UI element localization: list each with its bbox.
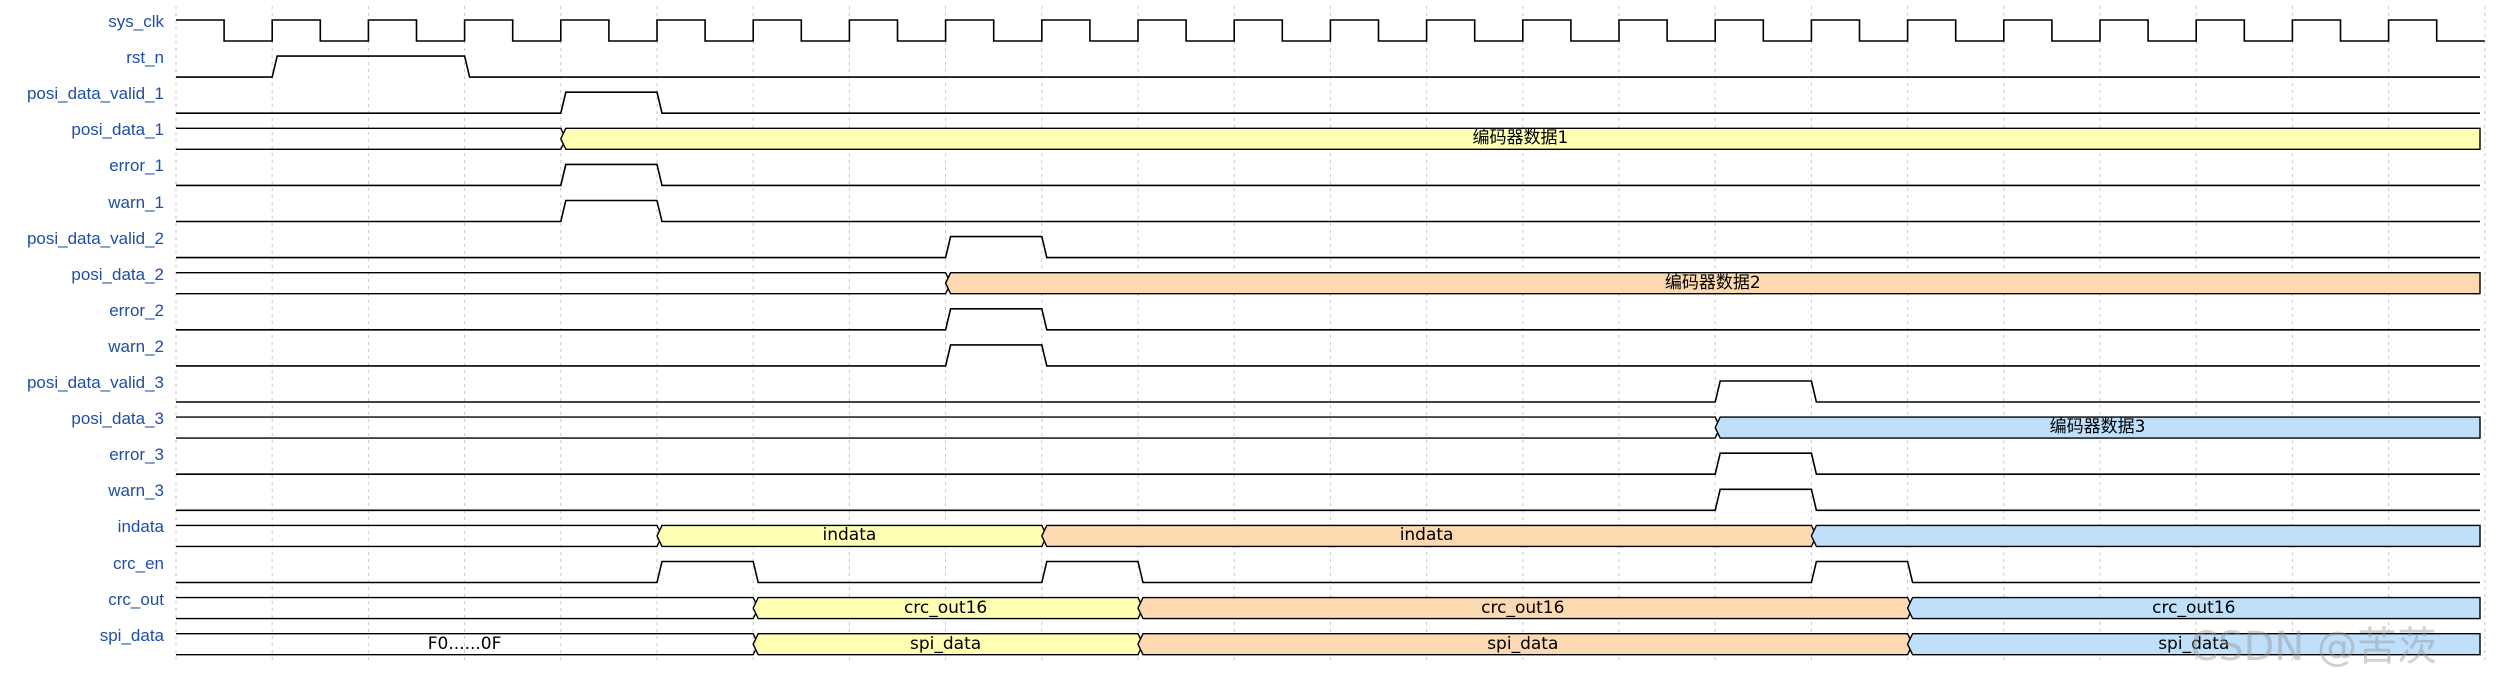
- bus-value-label: F0......0F: [427, 633, 502, 654]
- bus-segment: [176, 127, 567, 150]
- signal-name: posi_data_2: [71, 264, 164, 284]
- bus-value-label: crc_out16: [2152, 597, 2236, 618]
- bit-wave: [176, 91, 2480, 114]
- bus-segment: [1810, 524, 2481, 548]
- signal-name: error_1: [109, 156, 164, 176]
- signal-name: sys_clk: [108, 12, 164, 31]
- bus-value-label: spi_data: [2158, 633, 2230, 654]
- bus-value-label: indata: [822, 525, 877, 546]
- bit-wave: [176, 380, 2480, 403]
- signal-name: indata: [117, 517, 164, 537]
- bus-value-label: crc_out16: [903, 597, 988, 618]
- signal-name: warn_1: [108, 192, 164, 212]
- bit-wave: [176, 199, 2480, 223]
- bus-value-label: spi_data: [1487, 633, 1559, 654]
- signal-name: posi_data_valid_1: [26, 84, 164, 104]
- bus-value-label: indata: [1399, 525, 1454, 546]
- signal-name: spi_data: [99, 625, 164, 645]
- signal-name: posi_data_3: [71, 409, 164, 429]
- signal-name: crc_en: [112, 553, 164, 573]
- signal-name: warn_3: [108, 481, 164, 501]
- bus-segment: [176, 416, 1721, 439]
- signal-name: posi_data_valid_3: [26, 373, 164, 392]
- bus-segment: [176, 272, 952, 295]
- waveform-canvas: [175, 6, 2486, 660]
- bit-wave: [176, 235, 2480, 259]
- signal-name: posi_data_valid_2: [26, 228, 164, 248]
- bus-segment: [176, 524, 663, 548]
- signal-name: error_3: [109, 445, 164, 465]
- bit-wave: [176, 55, 2480, 78]
- signal-name: crc_out: [108, 589, 164, 609]
- signal-name: rst_n: [126, 48, 164, 68]
- bit-wave: [176, 560, 2480, 584]
- bus-segment: [176, 596, 759, 620]
- bit-wave: [176, 163, 2480, 187]
- signal-name: error_2: [109, 300, 164, 320]
- bus-value-label: spi_data: [910, 633, 982, 654]
- bus-value-label: crc_out16: [1481, 597, 1565, 618]
- signal-name: warn_2: [108, 336, 164, 356]
- bus-value-label: 编码器数据1: [1472, 128, 1569, 149]
- timing-diagram: [0, 0, 2497, 682]
- bus-value-label: 编码器数据3: [2049, 417, 2146, 438]
- bit-wave: [176, 488, 2480, 512]
- bit-wave: [176, 308, 2480, 331]
- bus-value-label: 编码器数据2: [1664, 272, 1761, 293]
- bit-wave: [176, 452, 2480, 475]
- signal-name: posi_data_1: [71, 120, 164, 140]
- clock-wave: [176, 19, 2485, 42]
- bit-wave: [176, 344, 2480, 367]
